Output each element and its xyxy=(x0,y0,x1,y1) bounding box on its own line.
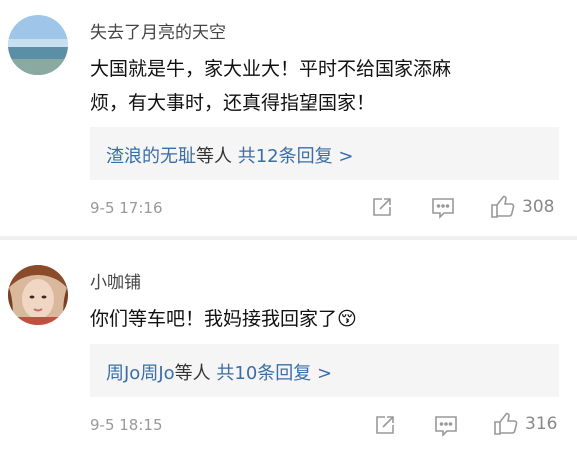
thumbs-up-icon xyxy=(494,412,518,435)
share-icon xyxy=(373,198,391,216)
user-avatar[interactable] xyxy=(8,15,68,75)
reply-count[interactable]: 共10条回复 > xyxy=(216,363,332,384)
thumbs-up-icon xyxy=(491,195,515,218)
comment-item: 小咖铺 你们等车吧！我妈接我回家了😚 周Jo周Jo等人 共10条回复 > 9-5… xyxy=(0,240,577,450)
like-button[interactable]: 316 xyxy=(493,412,557,436)
username[interactable]: 失去了月亮的天空 xyxy=(90,18,226,43)
comment-item: 失去了月亮的天空 大国就是牛，家大业大！平时不给国家添麻 烦，有大事时，还真得指… xyxy=(0,0,577,236)
comment-button[interactable] xyxy=(434,415,458,437)
reply-summary[interactable]: 周Jo周Jo等人 共10条回复 > xyxy=(90,344,559,397)
timestamp: 9-5 17:16 xyxy=(90,199,163,217)
share-icon xyxy=(376,416,394,434)
comment-button[interactable] xyxy=(431,197,455,219)
reply-users[interactable]: 渣浪的无耻 xyxy=(106,146,196,167)
reply-count[interactable]: 共12条回复 > xyxy=(238,146,354,167)
username[interactable]: 小咖铺 xyxy=(90,268,141,293)
like-count: 308 xyxy=(522,197,555,217)
like-button[interactable]: 308 xyxy=(490,195,554,219)
timestamp: 9-5 18:15 xyxy=(90,416,163,434)
share-button[interactable] xyxy=(371,196,393,218)
reply-users[interactable]: 周Jo周Jo xyxy=(106,363,175,384)
comment-text: 大国就是牛，家大业大！平时不给国家添麻 烦，有大事时，还真得指望国家！ xyxy=(90,58,452,114)
emoji: 😚 xyxy=(337,308,357,330)
comment-icon xyxy=(435,416,457,437)
comment-text: 你们等车吧！我妈接我回家了😚 xyxy=(90,308,357,330)
share-button[interactable] xyxy=(374,414,396,436)
reply-mid: 等人 xyxy=(196,146,232,167)
comment-icon xyxy=(432,198,454,219)
reply-summary[interactable]: 渣浪的无耻等人 共12条回复 > xyxy=(90,127,559,180)
reply-mid: 等人 xyxy=(174,363,211,384)
like-count: 316 xyxy=(525,414,558,434)
user-avatar[interactable] xyxy=(8,265,68,325)
